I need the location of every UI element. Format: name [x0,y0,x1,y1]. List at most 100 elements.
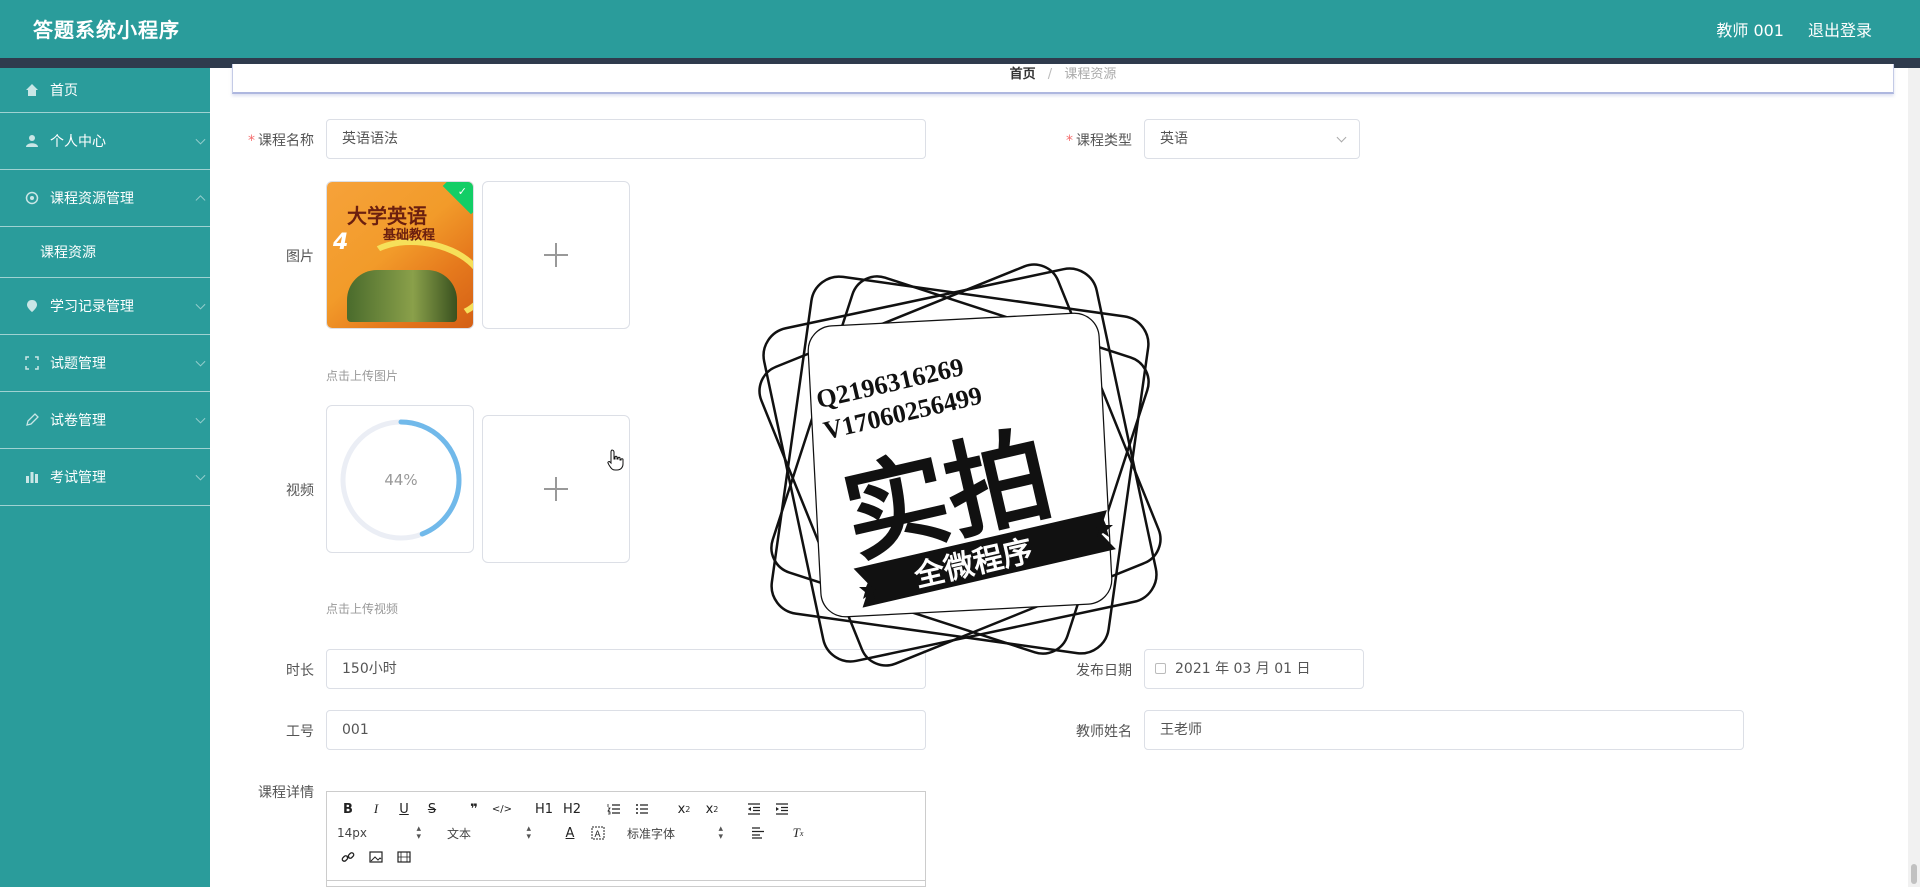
page-scrollbar[interactable] [1908,68,1920,887]
editor-toolbar: B I U S ❞ </> H1 H2 x2 x2 14px ▴ ▾ 文本 ▴ … [327,792,925,874]
publish-date-input[interactable]: 2021 年 03 月 01 日 [1144,649,1364,689]
superscript-icon[interactable]: x2 [701,799,723,819]
outdent-icon[interactable] [743,799,765,819]
chevron-down-icon [195,470,206,481]
teacher-name-label: 教师姓名 [1076,724,1132,740]
updown-icon: ▴ ▾ [718,824,723,842]
breadcrumb-home[interactable]: 首页 [1010,67,1036,82]
h1-button[interactable]: H1 [533,799,555,819]
duration-label: 时长 [286,663,314,679]
chart-icon [24,469,40,485]
settings-icon [24,190,40,206]
location-icon [24,298,40,314]
underline-button[interactable]: U [393,799,415,819]
pen-icon [24,412,40,428]
current-user[interactable]: 教师 001 [1716,17,1784,41]
book-cover-number: 4 [333,230,349,255]
chevron-down-icon [195,134,206,145]
italic-button[interactable]: I [365,799,387,819]
sidebar-item-papers[interactable]: 试卷管理 [0,392,210,449]
link-icon[interactable] [337,847,359,867]
chevron-down-icon [195,299,206,310]
course-name-label: * 课程名称 [248,133,314,149]
teacher-name-input[interactable]: 王老师 [1144,710,1744,750]
subscript-icon[interactable]: x2 [673,799,695,819]
align-icon[interactable] [747,823,769,843]
font-color-icon[interactable]: A [559,823,581,843]
course-type-select[interactable]: 英语 [1144,119,1360,159]
rich-text-editor[interactable]: B I U S ❞ </> H1 H2 x2 x2 14px ▴ ▾ 文本 ▴ … [326,791,926,887]
sidebar-item-course-resources[interactable]: 课程资源管理 [0,170,210,227]
course-name-input[interactable]: 英语语法 [326,119,926,159]
sidebar-item-label: 考试管理 [50,470,106,486]
fullscreen-icon [24,355,40,371]
video-upload-button[interactable] [482,415,630,563]
home-icon [24,82,40,98]
code-button[interactable]: </> [491,799,513,819]
course-type-value: 英语 [1160,131,1188,147]
sidebar-item-label: 课程资源管理 [50,191,134,207]
sidebar-subitem-label: 课程资源 [40,245,96,261]
breadcrumb-current: 课程资源 [1064,67,1117,82]
progress-percent: 44% [384,471,418,489]
details-label: 课程详情 [258,785,314,801]
background-color-icon[interactable]: A [587,823,609,843]
image-icon[interactable] [365,847,387,867]
font-size-value: 14px [337,826,367,840]
top-bar: 答题系统小程序 教师 001 退出登录 [0,0,1920,58]
strike-button[interactable]: S [421,799,443,819]
video-upload-hint: 点击上传视频 [326,602,399,616]
sidebar-item-label: 试题管理 [50,356,106,372]
book-cover-subtitle: 基础教程 [383,228,436,243]
required-mark: * [1066,133,1073,149]
bullet-list-icon[interactable] [631,799,653,819]
updown-icon: ▴ ▾ [526,824,531,842]
scrollbar-thumb[interactable] [1911,864,1917,884]
quote-button[interactable]: ❞ [463,799,485,819]
editor-divider [327,880,925,881]
clear-format-icon[interactable]: Tx [787,823,809,843]
image-upload-hint: 点击上传图片 [326,369,399,383]
required-mark: * [248,133,255,149]
sidebar-subitem-course-resource[interactable]: 课程资源 [0,227,210,278]
check-icon: ✓ [457,185,467,198]
work-id-input[interactable]: 001 [326,710,926,750]
video-icon[interactable] [393,847,415,867]
font-family-value: 标准字体 [627,826,676,841]
chevron-down-icon [195,413,206,424]
hand-cursor-icon [607,449,625,475]
sidebar-item-study-records[interactable]: 学习记录管理 [0,278,210,335]
sidebar-item-label: 试卷管理 [50,413,106,429]
breadcrumb: 首页 / 课程资源 [232,64,1894,94]
plus-icon [544,477,568,501]
chevron-up-icon [195,195,206,206]
chevron-down-icon [195,356,206,367]
breadcrumb-separator: / [1047,67,1053,82]
updown-icon: ▴ ▾ [416,824,421,842]
h2-button[interactable]: H2 [561,799,583,819]
app-title: 答题系统小程序 [33,18,180,42]
indent-icon[interactable] [771,799,793,819]
image-upload-button[interactable] [482,181,630,329]
sidebar-item-questions[interactable]: 试题管理 [0,335,210,392]
image-label: 图片 [286,249,314,265]
svg-text:A: A [595,829,601,839]
watermark-stamp: Q2196316269 V17060256499 实拍 全微程序 [745,250,1175,680]
bold-button[interactable]: B [337,799,359,819]
sidebar-item-exams[interactable]: 考试管理 [0,449,210,506]
publish-date-value: 2021 年 03 月 01 日 [1175,661,1311,677]
sidebar-item-profile[interactable]: 个人中心 [0,113,210,170]
logout-link[interactable]: 退出登录 [1808,17,1872,41]
sidebar: 首页 个人中心 课程资源管理 课程资源 学习记录管理 试题管理 试卷管理 考试管… [0,68,210,887]
video-upload-progress: 44% [326,405,474,553]
text-style-select[interactable]: 文本 ▴ ▾ [447,823,531,843]
sidebar-item-label: 首页 [50,83,78,99]
uploaded-image-thumbnail[interactable]: 大学英语 基础教程 4 ✓ [326,181,474,329]
video-label: 视频 [286,483,314,499]
course-type-label: * 课程类型 [1066,133,1132,149]
user-icon [24,133,40,149]
ordered-list-icon[interactable] [603,799,625,819]
font-family-select[interactable]: 标准字体 ▴ ▾ [627,823,723,843]
font-size-select[interactable]: 14px ▴ ▾ [337,823,421,843]
sidebar-item-home[interactable]: 首页 [0,68,210,113]
